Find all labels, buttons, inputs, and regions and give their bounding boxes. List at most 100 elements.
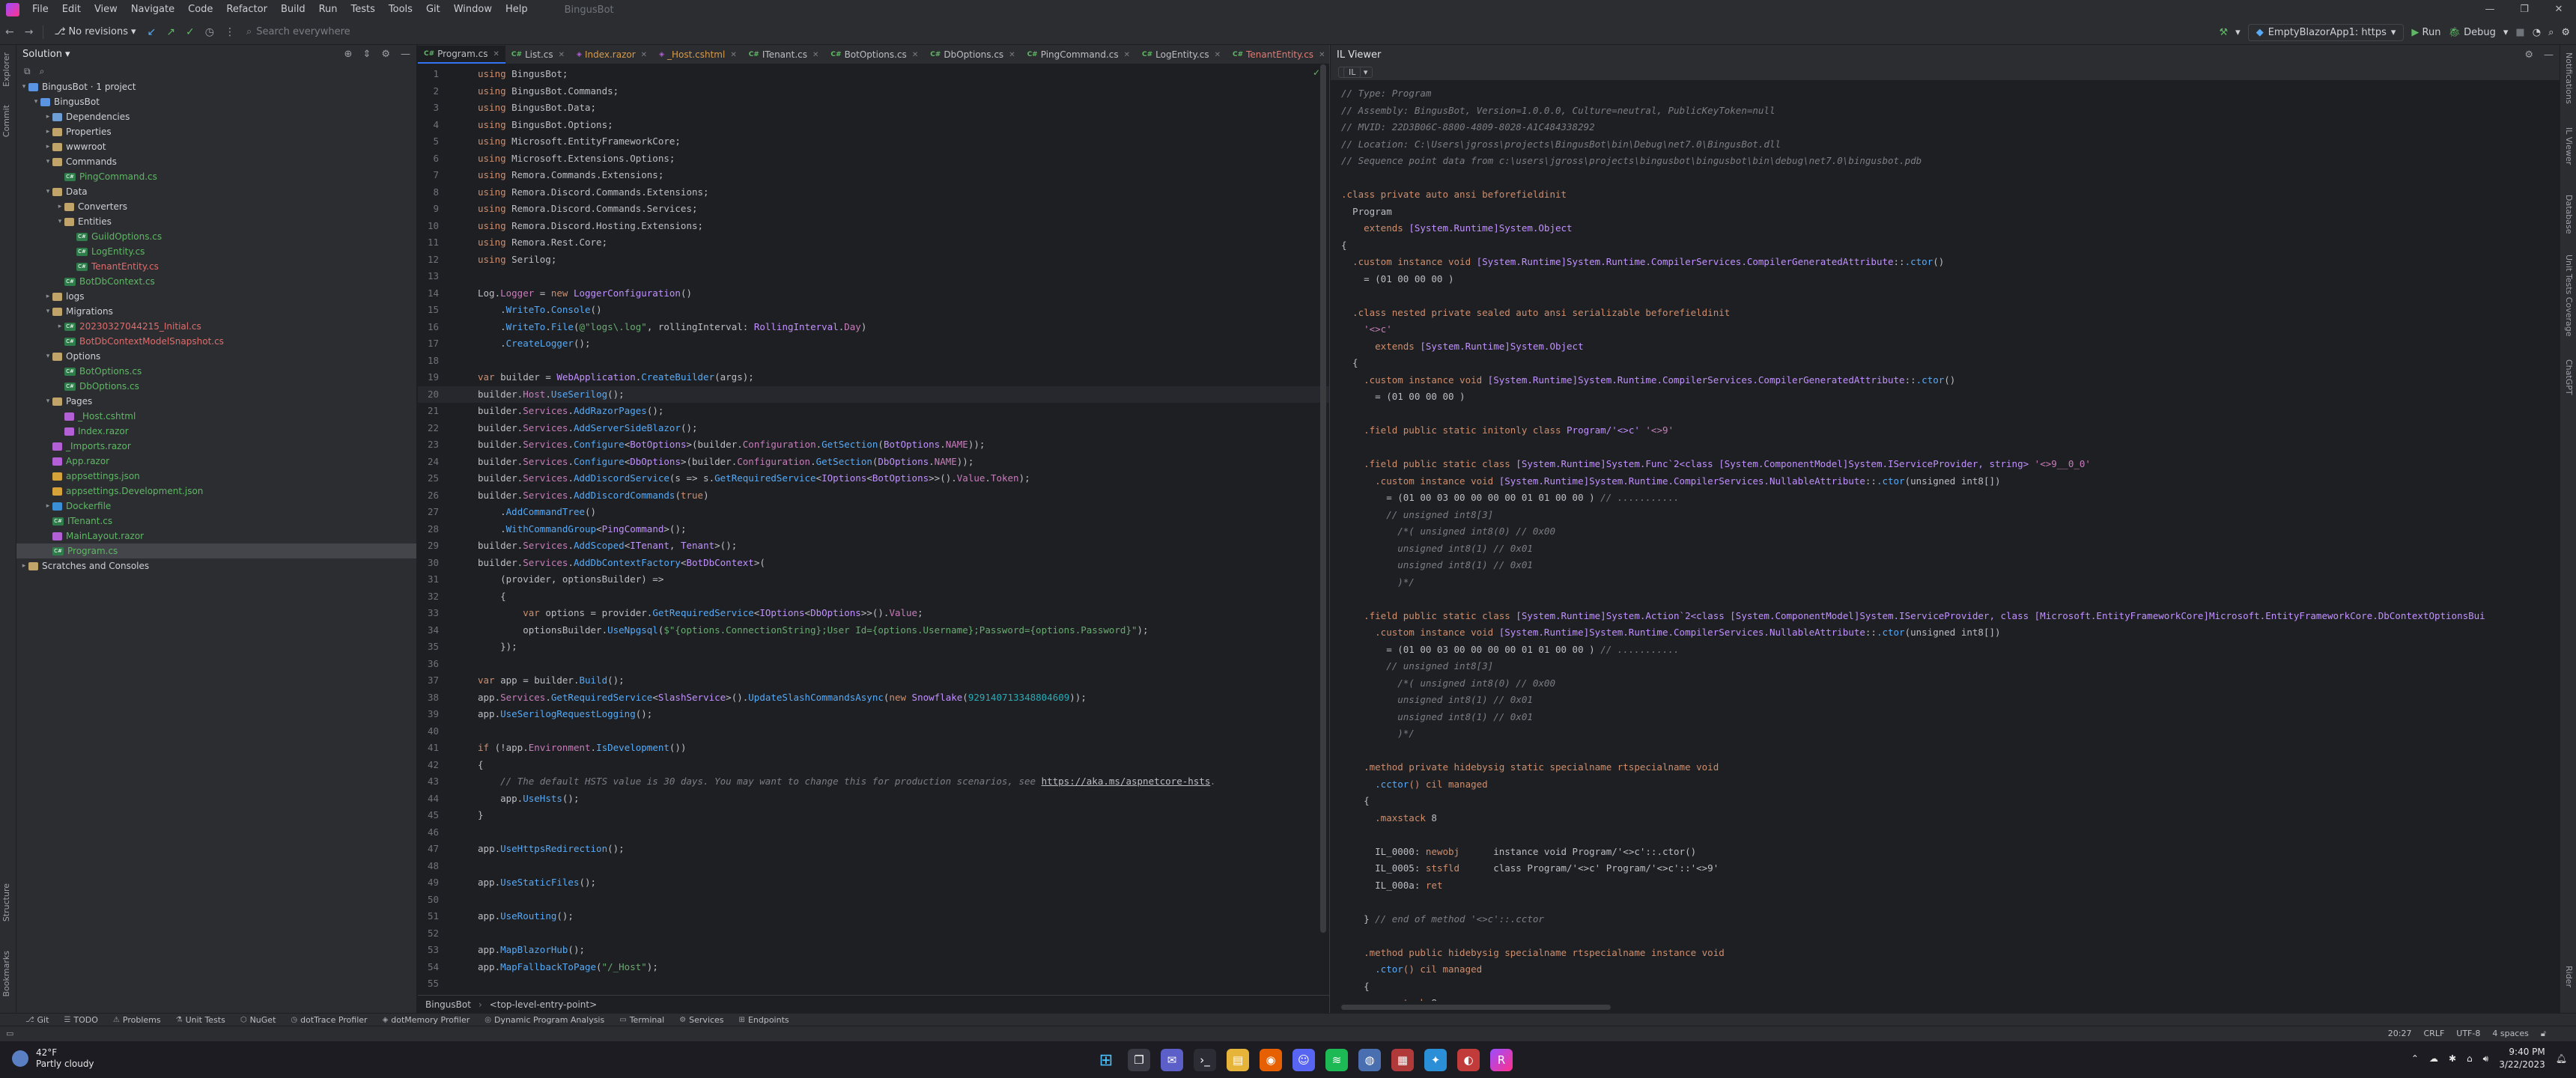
il-horizontal-scrollbar[interactable]: [1341, 1005, 1611, 1010]
app-icon[interactable]: ✦: [1424, 1049, 1447, 1071]
close-tab-icon[interactable]: ✕: [1319, 51, 1325, 59]
update-project-icon[interactable]: ↙: [142, 26, 162, 38]
left-tab-bookmarks[interactable]: Bookmarks: [1, 951, 11, 996]
firefox-icon[interactable]: ◉: [1260, 1049, 1282, 1071]
stop-icon[interactable]: ■: [2515, 27, 2524, 38]
editor-tab[interactable]: C# PingCommand.cs ✕: [1021, 46, 1136, 64]
close-tab-icon[interactable]: ✕: [1124, 51, 1130, 59]
chevron-right-icon[interactable]: ▸: [43, 289, 52, 304]
caret-position[interactable]: 20:27: [2388, 1029, 2412, 1039]
tool-tab-terminal[interactable]: ▭ Terminal: [612, 1015, 672, 1025]
tree-item[interactable]: C# TenantEntity.cs: [16, 259, 416, 274]
search-icon[interactable]: ⌕: [40, 66, 45, 77]
collapse-icon[interactable]: ⇕: [362, 49, 371, 60]
debug-button[interactable]: 🐞︎ Debug: [2448, 27, 2495, 38]
push-icon[interactable]: ↗: [161, 26, 180, 38]
left-tab-explorer[interactable]: Explorer: [1, 52, 11, 87]
tree-item[interactable]: ▸ Dockerfile: [16, 499, 416, 514]
editor-tab[interactable]: C# ITenant.cs ✕: [743, 46, 825, 64]
chevron-down-icon[interactable]: ▾: [65, 49, 70, 60]
close-tab-icon[interactable]: ✕: [812, 51, 818, 59]
close-tab-icon[interactable]: ✕: [559, 51, 565, 59]
close-tab-icon[interactable]: ✕: [493, 50, 499, 58]
editor-tab[interactable]: C# LogEntity.cs ✕: [1136, 46, 1227, 64]
back-arrow-icon[interactable]: ←: [0, 26, 19, 38]
minimize-icon[interactable]: —: [2473, 0, 2507, 19]
chevron-down-icon[interactable]: ▾: [2235, 27, 2241, 38]
tool-tab-nuget[interactable]: ⬡ NuGet: [233, 1015, 284, 1025]
hide-icon[interactable]: —: [2544, 49, 2554, 61]
close-tab-icon[interactable]: ✕: [1215, 51, 1221, 59]
tree-item[interactable]: appsettings.json: [16, 469, 416, 484]
forward-arrow-icon[interactable]: →: [19, 26, 39, 38]
clock[interactable]: 9:40 PM 3/22/2023: [2499, 1046, 2545, 1071]
tree-item[interactable]: C# PingCommand.cs: [16, 169, 416, 184]
chevron-down-icon[interactable]: ▾: [2503, 27, 2509, 38]
tree-item[interactable]: ▸ logs: [16, 289, 416, 304]
chevron-right-icon[interactable]: ▸: [43, 109, 52, 124]
settings-gear-icon[interactable]: ⚙: [2524, 49, 2533, 61]
close-tab-icon[interactable]: ✕: [1009, 51, 1015, 59]
tree-item[interactable]: _Host.cshtml: [16, 409, 416, 424]
tool-tab-git[interactable]: ⎇ Git: [18, 1015, 56, 1025]
explorer-title[interactable]: Solution: [22, 49, 62, 60]
cloud-icon[interactable]: ☁: [2429, 1053, 2438, 1064]
tree-item[interactable]: C# Program.cs: [16, 543, 416, 558]
il-code-area[interactable]: // Type: Program // Assembly: BingusBot, …: [1331, 81, 2560, 1001]
tool-tab-dynamic-program-analysis[interactable]: ◎ Dynamic Program Analysis: [477, 1015, 612, 1025]
tree-item[interactable]: ▾ Options: [16, 349, 416, 364]
chevron-right-icon[interactable]: ▸: [43, 499, 52, 514]
task-view-icon[interactable]: ❐: [1128, 1049, 1150, 1071]
menu-item-view[interactable]: View: [88, 0, 124, 19]
search-everywhere[interactable]: ⌕ Search everywhere: [246, 26, 350, 37]
tree-item[interactable]: C# ITenant.cs: [16, 514, 416, 529]
menu-item-navigate[interactable]: Navigate: [124, 0, 181, 19]
history-icon[interactable]: ◷: [200, 26, 219, 38]
il-mode-select[interactable]: IL ▾: [1338, 67, 1373, 78]
locate-icon[interactable]: ⊕: [344, 49, 353, 60]
run-button[interactable]: ▶ Run: [2411, 27, 2440, 38]
weather-widget[interactable]: 42°F Partly cloudy: [12, 1047, 94, 1070]
tree-item[interactable]: C# BotDbContext.cs: [16, 274, 416, 289]
search-icon[interactable]: ⌕: [2548, 27, 2554, 38]
right-tab-rider[interactable]: Rider: [2564, 966, 2574, 987]
menu-item-refactor[interactable]: Refactor: [219, 0, 274, 19]
build-hammer-icon[interactable]: ⚒: [2220, 27, 2229, 38]
menu-item-window[interactable]: Window: [447, 0, 499, 19]
panel-toggle-icon[interactable]: ▭: [6, 1029, 13, 1038]
editor-tab[interactable]: C# Program.cs ✕: [418, 46, 505, 64]
right-tab-chatgpt[interactable]: ChatGPT: [2564, 359, 2574, 395]
tree-item[interactable]: C# DbOptions.cs: [16, 379, 416, 394]
chevron-down-icon[interactable]: ▾: [31, 94, 40, 109]
menu-item-edit[interactable]: Edit: [55, 0, 88, 19]
tree-item[interactable]: ▾ Commands: [16, 154, 416, 169]
editor-scrollbar[interactable]: [1320, 64, 1326, 933]
settings-gear-icon[interactable]: ⚙: [381, 49, 390, 60]
teams-chat-icon[interactable]: ✉: [1161, 1049, 1183, 1071]
files-icon[interactable]: ⧉: [24, 66, 31, 77]
app-icon[interactable]: ◍: [1358, 1049, 1381, 1071]
menu-item-tools[interactable]: Tools: [382, 0, 419, 19]
breadcrumb-item[interactable]: <top-level-entry-point>: [490, 999, 597, 1010]
tree-item[interactable]: App.razor: [16, 454, 416, 469]
close-tab-icon[interactable]: ✕: [912, 51, 918, 59]
tree-item[interactable]: _Imports.razor: [16, 439, 416, 454]
chevron-down-icon[interactable]: ▾: [43, 349, 52, 364]
chevron-down-icon[interactable]: ▾: [55, 214, 64, 229]
tree-item[interactable]: ▾ BingusBot: [16, 94, 416, 109]
line-ending[interactable]: CRLF: [2424, 1029, 2445, 1039]
menu-item-code[interactable]: Code: [181, 0, 219, 19]
tree-item[interactable]: Index.razor: [16, 424, 416, 439]
editor-tab[interactable]: C# List.cs ✕: [505, 46, 571, 64]
left-tab-commit[interactable]: Commit: [1, 105, 11, 137]
left-tab-structure[interactable]: Structure: [1, 883, 11, 922]
tree-item[interactable]: ▾ Data: [16, 184, 416, 199]
right-tab-database[interactable]: Database: [2564, 195, 2574, 234]
notifications-icon[interactable]: 🔔︎: [2556, 1053, 2567, 1064]
chevron-right-icon[interactable]: ▸: [55, 319, 64, 334]
chevron-down-icon[interactable]: ▾: [43, 184, 52, 199]
editor-tab[interactable]: ◈ _Host.cshtml ✕: [653, 46, 743, 64]
chevron-right-icon[interactable]: ▸: [43, 139, 52, 154]
chevron-right-icon[interactable]: ▸: [19, 558, 28, 573]
chevron-down-icon[interactable]: ▾: [43, 394, 52, 409]
